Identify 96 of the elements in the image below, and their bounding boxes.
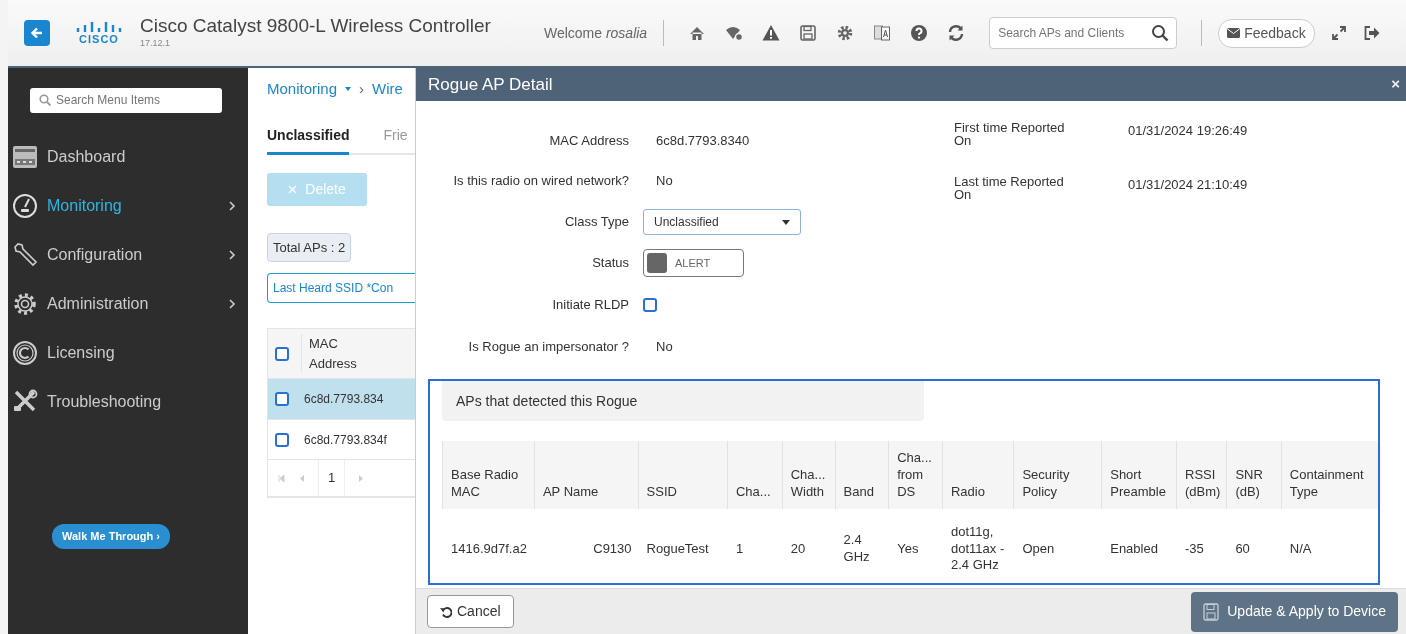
sidebar-menu-item[interactable]: Troubleshooting	[8, 377, 248, 426]
column-header: Security Policy	[1013, 441, 1102, 509]
undo-icon	[440, 605, 452, 618]
dialog-title: Rogue AP Detail	[428, 73, 553, 96]
close-icon	[288, 184, 298, 194]
table-cell: Open	[1013, 509, 1102, 583]
class-type-dropdown[interactable]: Unclassified	[643, 209, 801, 235]
section-title: APs that detected this Rogue	[442, 381, 924, 421]
row-checkbox[interactable]	[275, 432, 289, 447]
welcome-text: Welcome rosalia	[543, 23, 648, 43]
mac-address-cell-text: 6c8d.7793.834	[304, 391, 384, 408]
field-value: No	[656, 172, 673, 191]
breadcrumb-link[interactable]: Wire	[372, 78, 403, 101]
select-all-checkbox[interactable]	[275, 346, 289, 361]
field-label: Class Type	[563, 213, 629, 232]
column-header: Band	[835, 441, 889, 509]
table-cell: 1416.9d7f.a2	[442, 509, 535, 583]
column-header: SSID	[638, 441, 728, 509]
column-header: Cha... Width	[782, 441, 836, 509]
table-cell: 1	[727, 509, 783, 583]
sidebar-menu-item[interactable]: Licensing	[8, 328, 248, 377]
field-label: Status	[591, 254, 629, 273]
cancel-button[interactable]: Cancel	[427, 595, 514, 628]
table-cell: 2.4 GHz	[835, 509, 889, 583]
sidebar-menu-item[interactable]: Administration	[8, 279, 248, 328]
field-value: No	[656, 338, 673, 357]
field-label: Is this radio on wired network?	[452, 172, 629, 191]
update-apply-button[interactable]: Update & Apply to Device	[1191, 591, 1398, 632]
table-cell: 60	[1226, 509, 1282, 583]
table-cell: N/A	[1281, 509, 1378, 583]
logout-icon[interactable]	[1362, 25, 1380, 41]
column-header: Cha...	[727, 441, 783, 509]
field-value: 6c8d.7793.8340	[656, 132, 750, 151]
search-menu-field[interactable]: Search Menu Items	[30, 87, 222, 113]
logo: CISCO	[74, 21, 124, 45]
field-label: Is Rogue an impersonator ?	[467, 338, 629, 357]
wifi-gear-icon[interactable]	[725, 24, 744, 42]
table-cell: C9130	[534, 509, 639, 583]
settings-icon[interactable]	[836, 24, 855, 42]
wrench-icon	[12, 240, 38, 269]
help-icon[interactable]	[910, 24, 929, 42]
column-header: Containment Type	[1281, 441, 1378, 509]
column-header: MAC Address	[301, 334, 357, 373]
column-header: Base Radio MAC	[442, 441, 535, 509]
envelope-icon	[1227, 28, 1241, 38]
page-number[interactable]: 1	[318, 460, 346, 496]
mac-address-cell-text: 6c8d.7793.834f	[304, 431, 387, 449]
sidebar-menu-item[interactable]: Configuration	[8, 230, 248, 279]
home-icon[interactable]	[688, 24, 707, 42]
field-label: Initiate RLDP	[551, 296, 629, 315]
table-row[interactable]: 6c8d.7793.834	[268, 379, 415, 420]
sidebar-menu-item[interactable]: Dashboard	[8, 132, 248, 181]
expand-icon[interactable]	[1330, 25, 1347, 41]
column-header: SNR (dB)	[1226, 441, 1282, 509]
warning-icon[interactable]	[762, 24, 781, 42]
table-cell: 20	[782, 509, 836, 583]
table-cell: -35	[1176, 509, 1227, 583]
breadcrumb-separator: ›	[359, 79, 365, 99]
field-label: Last time Reported On	[954, 175, 1065, 204]
column-header: AP Name	[534, 441, 639, 509]
breadcrumb-link[interactable]: Monitoring	[267, 78, 338, 101]
rldp-checkbox[interactable]	[643, 298, 657, 312]
field-label: First time Reported On	[954, 121, 1066, 150]
walk-me-through-button[interactable]: Walk Me Through ›	[52, 524, 170, 549]
row-checkbox[interactable]	[275, 392, 289, 406]
arrow-left-icon	[30, 26, 44, 40]
search-field[interactable]: Search APs and Clients	[989, 17, 1178, 49]
feedback-button[interactable]: Feedback	[1218, 18, 1315, 48]
logo-bars-icon	[76, 21, 122, 34]
back-button[interactable]	[24, 20, 50, 46]
table-cell: Yes	[888, 509, 943, 583]
field-value: 01/31/2024 21:10:49	[1128, 176, 1248, 194]
close-button[interactable]: ×	[1391, 73, 1400, 96]
search-icon[interactable]	[1151, 24, 1170, 42]
table-cell: RogueTest	[638, 509, 728, 583]
refresh-icon[interactable]	[947, 24, 966, 42]
table-cell: dot11g, dot11ax - 2.4 GHz	[942, 509, 1014, 583]
tab[interactable]: Unclassified	[267, 124, 350, 155]
status-toggle[interactable]: ALERT	[643, 249, 744, 277]
column-header: Radio	[942, 441, 1014, 509]
table-cell: Enabled	[1101, 509, 1177, 583]
total-count: Total APs : 2	[267, 232, 352, 262]
translate-document-icon[interactable]	[873, 24, 892, 42]
copyright-icon	[12, 338, 38, 367]
floppy-disk-icon[interactable]	[799, 24, 818, 42]
column-header: Cha... from DS	[888, 441, 943, 509]
gauge-icon	[12, 191, 38, 220]
column-header: RSSI (dBm)	[1176, 441, 1227, 509]
caret-down-icon	[782, 219, 790, 225]
column-header: Short Preamble	[1101, 441, 1177, 509]
sidebar-menu-item[interactable]: Monitoring	[8, 181, 248, 230]
field-label: MAC Address	[548, 132, 629, 151]
app-title: Cisco Catalyst 9800-L Wireless Controller	[140, 15, 491, 37]
field-value: 01/31/2024 19:26:49	[1128, 122, 1248, 140]
version-label: 17.12.1	[140, 36, 172, 50]
search-icon	[39, 94, 51, 106]
